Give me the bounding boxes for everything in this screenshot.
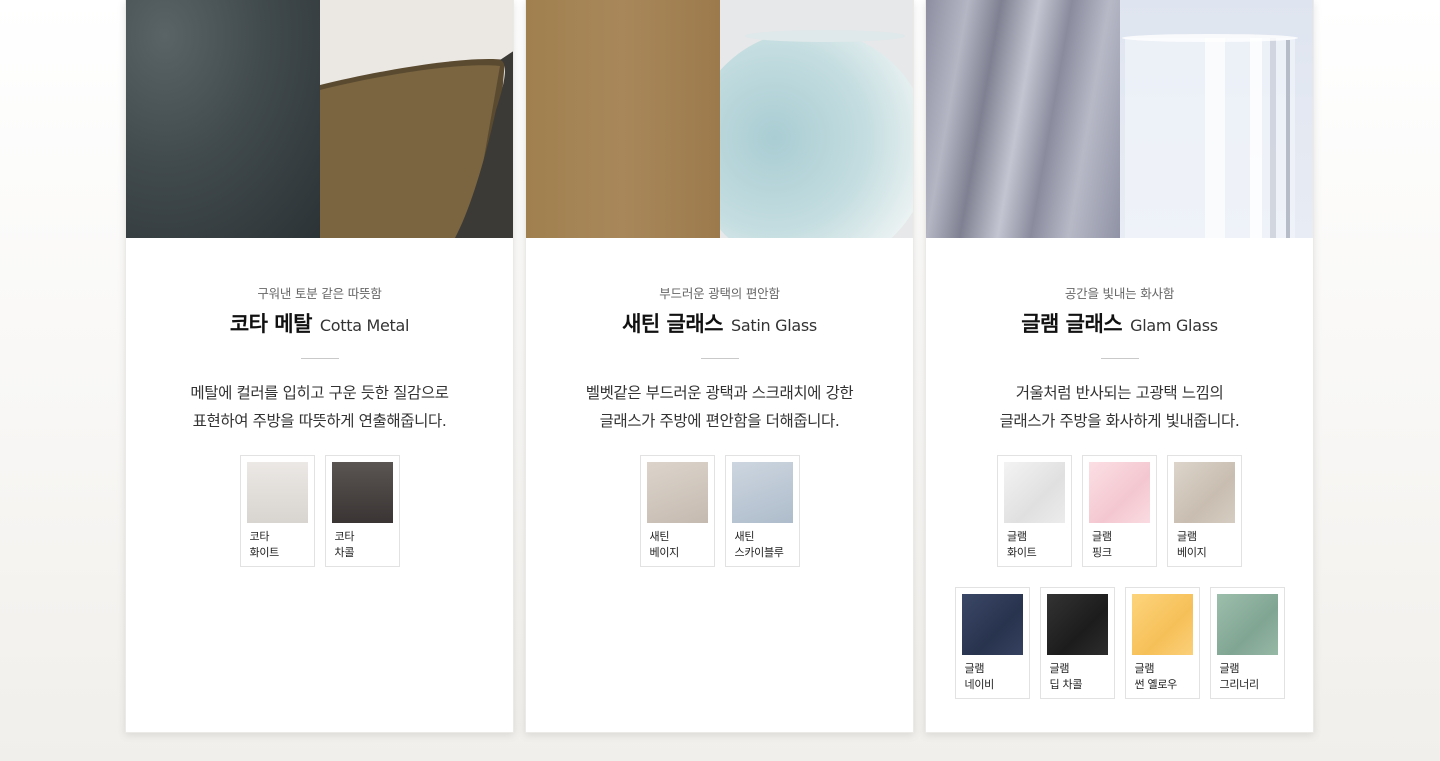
title-divider: [300, 358, 339, 359]
swatch-label: 글램 그리너리: [1217, 661, 1278, 693]
swatch-label: 글램 화이트: [1004, 529, 1065, 561]
swatch-glam-greenery[interactable]: 글램 그리너리: [1209, 587, 1285, 699]
color-chip: [331, 462, 393, 523]
swatch-label-line: 딥 차콜: [1049, 678, 1083, 691]
color-chip: [731, 462, 793, 523]
swatch-label-line: 화이트: [1007, 546, 1037, 559]
color-chip: [1089, 462, 1150, 523]
swatch-label: 글램 썬 옐로우: [1132, 661, 1193, 693]
title-divider: [700, 358, 739, 359]
swatch-glam-white[interactable]: 글램 화이트: [997, 455, 1072, 567]
swatch-glam-beige[interactable]: 글램 베이지: [1167, 455, 1242, 567]
glam-glass-cup-image: [1119, 0, 1313, 238]
swatch-label: 새틴 스카이블루: [732, 529, 793, 561]
swatch-glam-navy[interactable]: 글램 네이비: [954, 587, 1030, 699]
swatch-cotta-white[interactable]: 코타 화이트: [239, 455, 315, 567]
glass-cup-shape: [1121, 34, 1298, 238]
swatch-label-line: 네이비: [964, 678, 995, 691]
swatch-label-line: 글램: [1049, 662, 1070, 675]
card-title-english: Cotta Metal: [319, 316, 410, 335]
swatch-label-line: 글램: [1007, 530, 1027, 543]
card-title-korean: 새틴 글래스: [622, 312, 723, 336]
description-line: 거울처럼 반사되는 고광택 느낌의: [1015, 384, 1224, 402]
description-line: 메탈에 컬러를 입히고 구운 듯한 질감으로: [190, 384, 449, 402]
swatch-cotta-charcoal[interactable]: 코타 차콜: [324, 455, 400, 567]
swatch-glam-sun-yellow[interactable]: 글램 썬 옐로우: [1124, 587, 1200, 699]
swatch-label-line: 그리너리: [1219, 678, 1260, 691]
card-description: 거울처럼 반사되는 고광택 느낌의 글래스가 주방을 화사하게 빛내줍니다.: [926, 379, 1313, 435]
color-chip: [1131, 594, 1193, 655]
swatch-label-line: 글램: [964, 662, 985, 675]
card-eyebrow: 구워낸 토분 같은 따뜻함: [257, 286, 382, 301]
card-satin-glass: 부드러운 광택의 편안함 새틴 글래스 Satin Glass 벨벳같은 부드러운…: [525, 0, 914, 733]
swatch-label: 코타 화이트: [247, 529, 308, 561]
cotta-metal-bowl-image: [319, 0, 513, 238]
satin-glass-texture-image: [526, 0, 720, 238]
swatch-label-line: 글램: [1219, 662, 1240, 675]
swatch-glam-deep-charcoal[interactable]: 글램 딥 차콜: [1039, 587, 1115, 699]
swatch-label: 글램 딥 차콜: [1047, 661, 1108, 693]
swatch-satin-skyblue[interactable]: 새틴 스카이블루: [724, 455, 800, 567]
swatch-label: 글램 베이지: [1174, 529, 1235, 561]
color-chip: [246, 462, 308, 523]
swatch-label-line: 새틴: [649, 530, 670, 543]
swatch-label: 글램 핑크: [1089, 529, 1150, 561]
card-title-english: Satin Glass: [730, 316, 817, 335]
color-chip: [961, 594, 1023, 655]
color-chip: [1216, 594, 1278, 655]
swatch-label: 코타 차콜: [332, 529, 393, 561]
swatch-label-line: 글램: [1134, 662, 1155, 675]
color-chip: [646, 462, 708, 523]
hero-image-glam-glass: [926, 0, 1313, 238]
swatch-glam-pink[interactable]: 글램 핑크: [1082, 455, 1157, 567]
finish-cards: 구워낸 토분 같은 따뜻함 코타 메탈 Cotta Metal 메탈에 컬러를 입…: [125, 0, 1315, 733]
card-title: 글램 글래스 Glam Glass: [926, 311, 1313, 337]
swatch-label: 글램 네이비: [962, 661, 1023, 693]
satin-glass-vase-image: [719, 0, 913, 238]
swatch-label-line: 새틴: [734, 530, 755, 543]
swatch-label-line: 글램: [1177, 530, 1197, 543]
swatch-label-line: 화이트: [249, 546, 280, 559]
card-glam-glass: 공간을 빛내는 화사함 글램 글래스 Glam Glass 거울처럼 반사되는 고…: [925, 0, 1314, 733]
card-description: 메탈에 컬러를 입히고 구운 듯한 질감으로 표현하여 주방을 따뜻하게 연출해…: [126, 379, 513, 435]
swatch-label: 새틴 베이지: [647, 529, 708, 561]
swatch-label-line: 글램: [1092, 530, 1112, 543]
card-title-korean: 코타 메탈: [229, 312, 313, 336]
hero-image-cotta-metal: [126, 0, 513, 238]
card-title-korean: 글램 글래스: [1021, 312, 1123, 336]
swatch-satin-beige[interactable]: 새틴 베이지: [639, 455, 715, 567]
color-swatches: 코타 화이트 코타 차콜: [126, 455, 513, 567]
card-eyebrow: 부드러운 광택의 편안함: [659, 286, 780, 301]
swatch-label-line: 차콜: [334, 546, 355, 559]
color-swatches: 새틴 베이지 새틴 스카이블루: [526, 455, 913, 567]
description-line: 글래스가 주방에 편안함을 더해줍니다.: [599, 412, 840, 430]
card-description: 벨벳같은 부드러운 광택과 스크래치에 강한 글래스가 주방에 편안함을 더해줍…: [526, 379, 913, 435]
card-title: 코타 메탈 Cotta Metal: [126, 311, 513, 337]
hero-image-satin-glass: [526, 0, 913, 238]
swatch-label-line: 베이지: [1177, 546, 1207, 559]
glam-glass-texture-image: [926, 0, 1120, 238]
color-chip: [1004, 462, 1065, 523]
color-chip: [1174, 462, 1235, 523]
bowl-shape: [319, 51, 513, 238]
description-line: 벨벳같은 부드러운 광택과 스크래치에 강한: [585, 384, 854, 402]
color-swatches: 글램 화이트 글램 핑크 글램 베이지 글램 네이비 글램 딥 차콜 글램 썬 …: [926, 455, 1313, 699]
description-line: 글래스가 주방을 화사하게 빛내줍니다.: [999, 412, 1240, 430]
card-cotta-metal: 구워낸 토분 같은 따뜻함 코타 메탈 Cotta Metal 메탈에 컬러를 입…: [125, 0, 514, 733]
title-divider: [1100, 358, 1139, 359]
swatch-label-line: 썬 옐로우: [1134, 678, 1178, 691]
swatch-label-line: 핑크: [1092, 546, 1112, 559]
cotta-metal-texture-image: [126, 0, 320, 238]
swatch-label-line: 스카이블루: [734, 546, 784, 559]
vase-shape: [719, 0, 913, 238]
card-title-english: Glam Glass: [1130, 316, 1218, 335]
color-chip: [1046, 594, 1108, 655]
card-eyebrow: 공간을 빛내는 화사함: [1064, 286, 1175, 301]
card-title: 새틴 글래스 Satin Glass: [526, 311, 913, 337]
description-line: 표현하여 주방을 따뜻하게 연출해줍니다.: [192, 412, 447, 430]
swatch-label-line: 코타: [249, 530, 270, 543]
swatch-label-line: 베이지: [649, 546, 680, 559]
swatch-label-line: 코타: [334, 530, 355, 543]
